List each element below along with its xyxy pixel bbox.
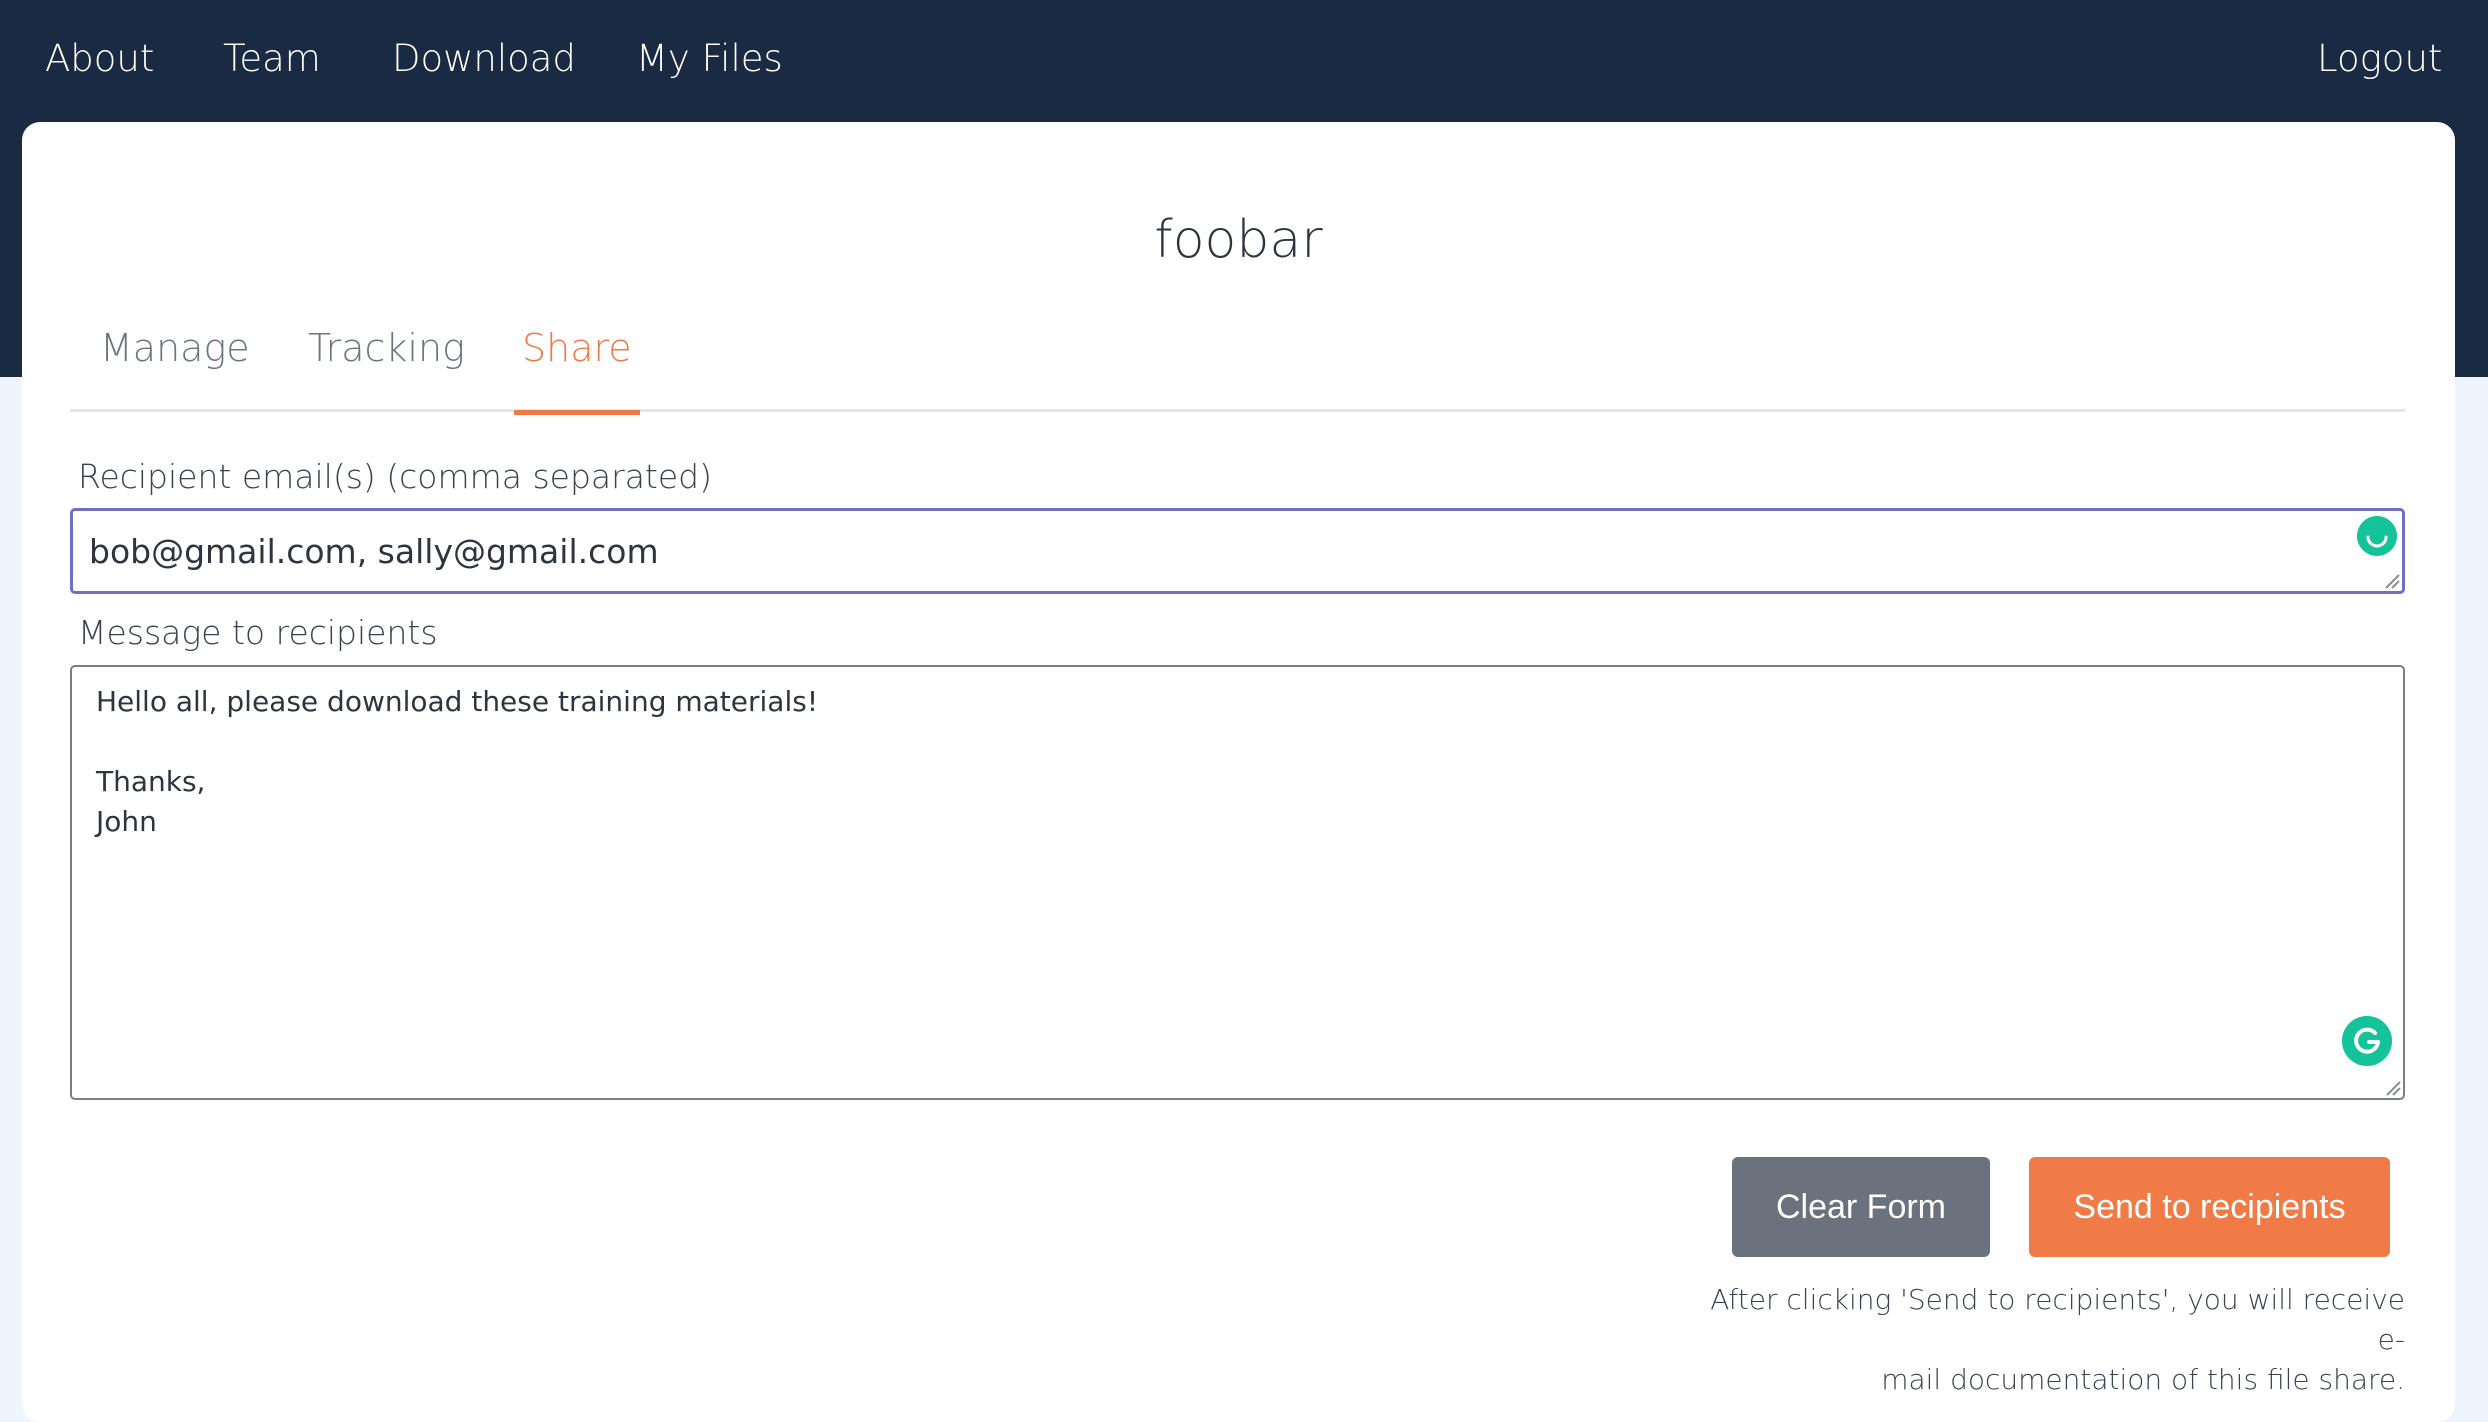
- tab-manage[interactable]: Manage: [100, 310, 250, 412]
- logout-link[interactable]: Logout: [2317, 30, 2442, 88]
- email-field-label: Recipient email(s) (comma separated): [78, 457, 712, 496]
- grammarly-icon[interactable]: [2342, 1016, 2392, 1066]
- nav-my-files-link[interactable]: My Files: [636, 30, 783, 88]
- message-field-label: Message to recipients: [78, 613, 438, 652]
- tab-share[interactable]: Share: [514, 310, 640, 415]
- send-note: After clicking 'Send to recipients', you…: [1705, 1280, 2405, 1400]
- send-note-line: mail documentation of this file share.: [1881, 1363, 2405, 1396]
- top-navbar: About Team Download My Files Logout: [0, 0, 2488, 122]
- tab-bar: Manage Tracking Share: [70, 310, 2405, 415]
- clear-form-button[interactable]: Clear Form: [1732, 1157, 1990, 1257]
- message-textarea[interactable]: Hello all, please download these trainin…: [70, 665, 2405, 1100]
- send-note-line: After clicking 'Send to recipients', you…: [1710, 1283, 2405, 1356]
- main-card: foobar Manage Tracking Share Recipient e…: [22, 122, 2455, 1422]
- send-to-recipients-button[interactable]: Send to recipients: [2029, 1157, 2390, 1257]
- page-title: foobar: [1154, 210, 1323, 270]
- message-line: John: [96, 805, 157, 838]
- resize-handle-icon[interactable]: [2383, 1078, 2401, 1096]
- nav-download-link[interactable]: Download: [392, 30, 576, 88]
- recipient-email-value: bob@gmail.com, sally@gmail.com: [89, 532, 659, 571]
- recipient-email-field[interactable]: bob@gmail.com, sally@gmail.com: [70, 508, 2405, 594]
- nav-team-link[interactable]: Team: [223, 30, 321, 88]
- nav-about-link[interactable]: About: [45, 30, 154, 88]
- grammarly-loading-icon[interactable]: [2357, 516, 2397, 556]
- resize-handle-icon[interactable]: [2382, 571, 2400, 589]
- message-line: Hello all, please download these trainin…: [96, 685, 819, 718]
- tab-tracking[interactable]: Tracking: [308, 310, 465, 412]
- message-line: Thanks,: [96, 765, 206, 798]
